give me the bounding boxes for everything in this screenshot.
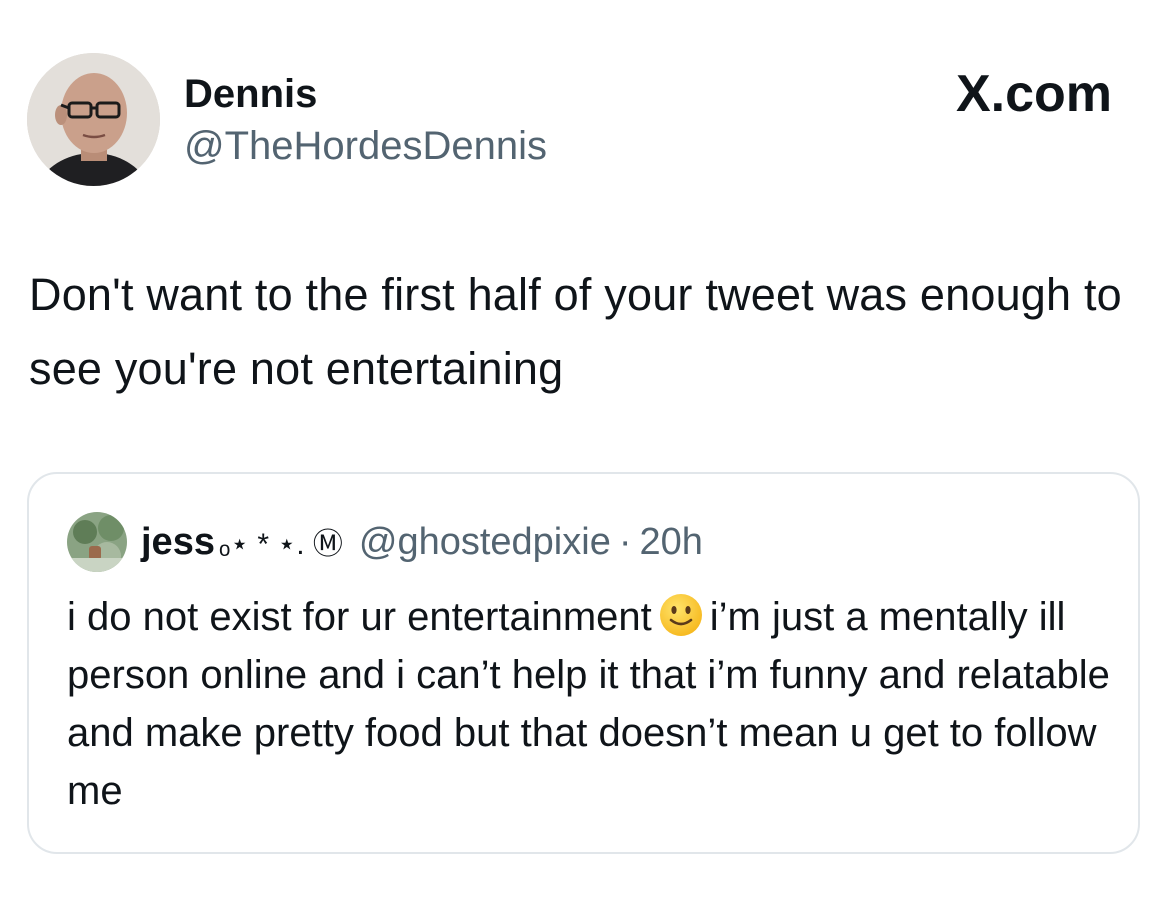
quoted-tweet-timestamp[interactable]: 20h xyxy=(640,518,703,566)
x-logo-text: X.com xyxy=(955,65,1112,123)
quoted-tweet-header: jess ₒ⋆ * ⋆. Ⓜ @ghostedpixie · 20h xyxy=(141,518,703,569)
x-brand-logo: X.com xyxy=(956,66,1112,122)
quoted-author-name-decoration: ₒ⋆ * ⋆. Ⓜ xyxy=(218,528,343,561)
quoted-author-handle[interactable]: @ghostedpixie xyxy=(359,518,611,566)
quoted-tweet-text-part1: i do not exist for ur entertainment xyxy=(67,595,652,639)
quoted-author-avatar[interactable] xyxy=(67,512,127,572)
quoted-author-display-name[interactable]: jess xyxy=(141,518,215,566)
profile-photo xyxy=(67,512,127,572)
author-avatar[interactable] xyxy=(27,53,160,186)
quoted-tweet-text: i do not exist for ur entertainment i’m j… xyxy=(67,588,1117,820)
author-handle[interactable]: @TheHordesDennis xyxy=(184,122,547,170)
slightly-smiling-face-icon xyxy=(659,594,702,636)
header-separator: · xyxy=(618,521,632,563)
tweet-text: Don't want to the first half of your twe… xyxy=(29,269,1122,394)
quoted-tweet-card[interactable]: jess ₒ⋆ * ⋆. Ⓜ @ghostedpixie · 20h i do … xyxy=(27,472,1140,854)
profile-photo xyxy=(27,53,160,186)
author-display-name[interactable]: Dennis xyxy=(184,70,317,118)
